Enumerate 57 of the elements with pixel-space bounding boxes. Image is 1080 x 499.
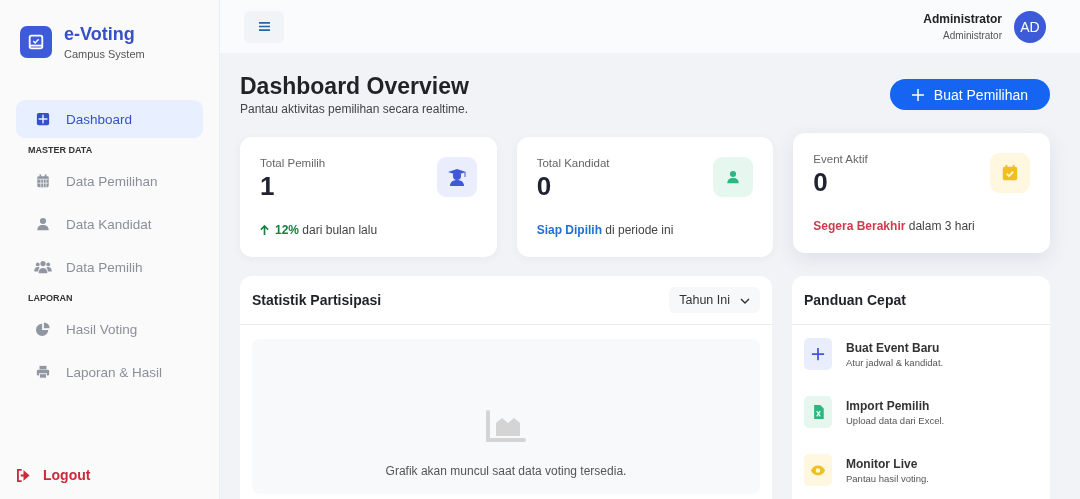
calendar-icon [34, 174, 52, 188]
app-subtitle: Campus System [64, 48, 145, 60]
sidebar-item[interactable]: Data Pemilihan [16, 162, 203, 200]
stat-label: Event Aktif [813, 153, 868, 165]
sidebar-item[interactable]: Laporan & Hasil [16, 353, 203, 391]
area-chart-icon [486, 410, 526, 444]
stat-value: 1 [260, 171, 276, 202]
person-icon [713, 157, 754, 197]
user-avatar[interactable]: AD [1014, 10, 1046, 43]
user-role: Administrator [942, 30, 1002, 41]
guide-item-title: Buat Event Baru [846, 340, 941, 355]
sidebar-item[interactable]: Data Pemilih [16, 248, 203, 286]
stat-footnote: 12% dari bulan lalu [275, 223, 378, 237]
nav-section-heading: LAPORAN [27, 293, 74, 303]
guide-item[interactable]: Monitor Live Pantau hasil voting. [792, 441, 1050, 499]
calendar-check-icon [990, 153, 1030, 193]
menu-icon [257, 21, 271, 32]
menu-button[interactable] [244, 10, 284, 43]
spreadsheet-file-icon [804, 396, 832, 428]
plus-icon [804, 338, 832, 370]
pie-chart-icon [34, 322, 52, 336]
stat-label: Total Kandidat [536, 157, 610, 169]
graduate-icon [436, 157, 477, 197]
guide-item-title: Monitor Live [846, 456, 919, 471]
sidebar-item[interactable]: Hasil Voting [16, 310, 203, 348]
plus-icon [911, 88, 924, 101]
guide-item[interactable]: Buat Event Baru Atur jadwal & kandidat. [792, 325, 1050, 383]
app-title: e-Voting [64, 24, 136, 45]
nav-section-heading: MASTER DATA [27, 145, 94, 155]
stat-footnote: Segera Berakhir dalam 3 hari [813, 219, 975, 233]
stat-footnote: Siap Dipilih di periode ini [536, 223, 674, 237]
person-icon [34, 217, 52, 231]
people-icon [34, 260, 52, 274]
guide-item-text: Upload data dari Excel. [846, 414, 945, 426]
period-dropdown[interactable]: Tahun Ini [669, 287, 760, 313]
card-title: Statistik Partisipasi [252, 292, 382, 308]
guide-item-text: Pantau hasil voting. [846, 472, 929, 484]
stat-value: 0 [813, 167, 829, 198]
create-election-button[interactable]: Buat Pemilihan [889, 79, 1050, 110]
logout-icon [16, 468, 31, 482]
eye-icon [804, 454, 832, 486]
logout-link[interactable]: Logout [16, 467, 96, 483]
sidebar-item[interactable]: Dashboard [16, 100, 203, 138]
grid-icon [34, 112, 52, 126]
stat-value: 0 [536, 171, 553, 202]
page-title: Dashboard Overview [240, 73, 469, 100]
guide-item-title: Import Pemilih [846, 398, 931, 413]
stat-label: Total Pemilih [260, 157, 326, 169]
ballot-box-logo-icon [20, 26, 52, 58]
sidebar-item[interactable]: Data Kandidat [16, 205, 203, 243]
printer-icon [34, 365, 52, 379]
card-title: Panduan Cepat [804, 292, 906, 308]
user-name: Administrator [923, 12, 1002, 26]
guide-item-text: Atur jadwal & kandidat. [846, 356, 944, 368]
page-subtitle: Pantau aktivitas pemilihan secara realtime. [240, 102, 469, 116]
guide-item[interactable]: Import Pemilih Upload data dari Excel. [792, 383, 1050, 441]
empty-chart-message: Grafik akan muncul saat data voting tersedia. [385, 464, 627, 478]
